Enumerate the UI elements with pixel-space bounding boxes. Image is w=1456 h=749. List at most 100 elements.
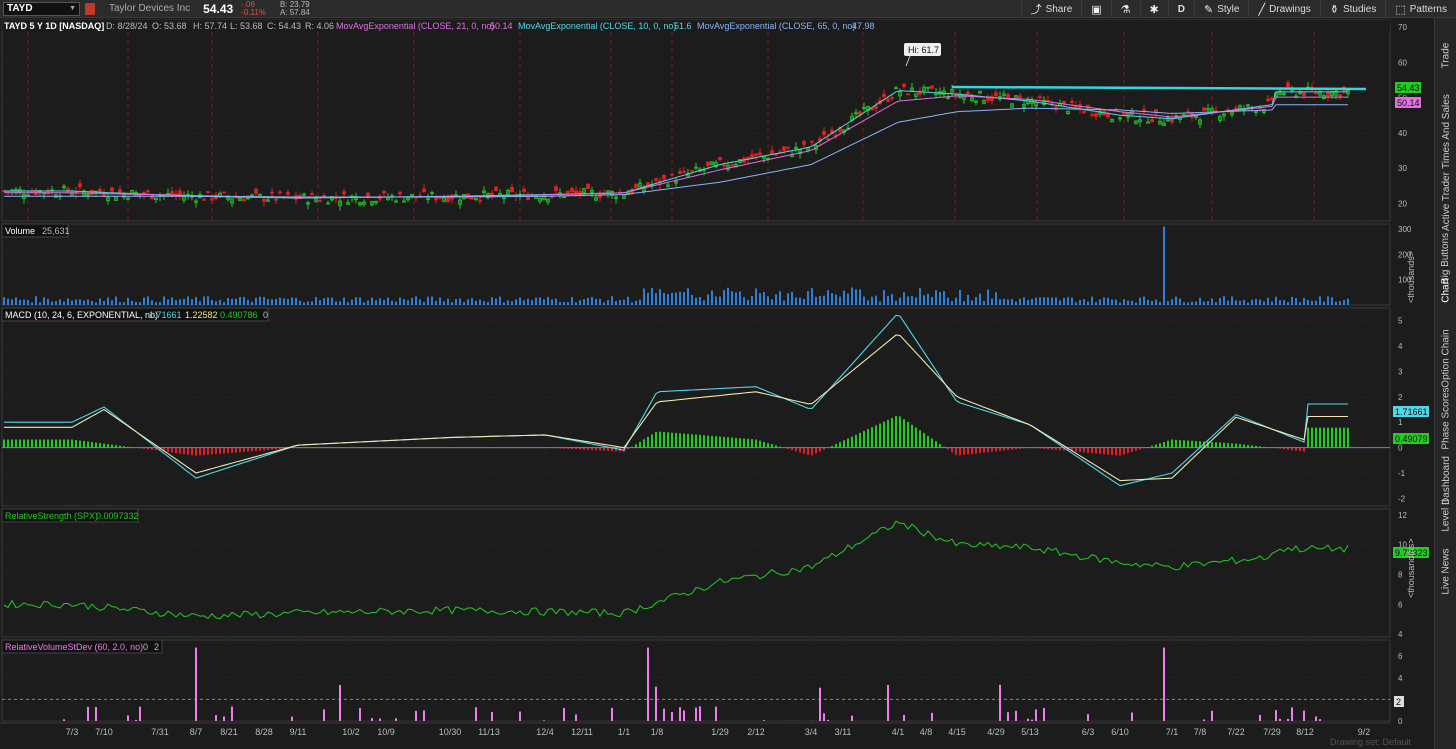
- volume-bar: [955, 297, 957, 305]
- volume-bar: [1055, 297, 1057, 305]
- ema21-label[interactable]: MovAvgExponential (CLOSE, 21, 0, no): [336, 21, 494, 31]
- symbol-selector[interactable]: TAYD ▼: [3, 1, 80, 16]
- side-tab-trade[interactable]: Trade: [1435, 40, 1456, 70]
- volume-bar: [503, 302, 505, 305]
- volume-bar: [671, 292, 673, 305]
- volume-bar: [207, 296, 209, 305]
- macd-histogram-bar: [843, 440, 845, 448]
- period-button[interactable]: D: [1167, 0, 1194, 18]
- rv-bar: [1319, 719, 1321, 721]
- macd-histogram-bar: [171, 447, 173, 453]
- ema65-value: 47.98: [852, 21, 875, 31]
- macd-histogram-bar: [1191, 440, 1193, 448]
- macd-histogram-bar: [1343, 427, 1345, 448]
- volume-bar: [139, 302, 141, 305]
- side-tab-times-and-sales[interactable]: Times And Sales: [1435, 93, 1456, 169]
- side-tab-level-ii[interactable]: Level II: [1435, 499, 1456, 531]
- macd-diff-badge-text: 0.49079: [1395, 434, 1428, 444]
- macd-histogram-bar: [1123, 447, 1125, 455]
- macd-histogram-bar: [711, 435, 713, 448]
- volume-bar: [619, 299, 621, 305]
- candle-body: [822, 130, 826, 136]
- volume-bar: [563, 301, 565, 305]
- volume-bar: [203, 296, 205, 305]
- volume-bar: [279, 297, 281, 305]
- rv-bar: [763, 720, 765, 721]
- side-tab-phase-scores[interactable]: Phase Scores: [1435, 386, 1456, 450]
- volume-bar: [459, 298, 461, 305]
- rv-bar: [87, 706, 89, 721]
- share-button[interactable]: ⤴ Share: [1020, 0, 1082, 18]
- macd-histogram-bar: [679, 433, 681, 448]
- x-tick-label: 3/4: [805, 727, 818, 737]
- flask-button[interactable]: ⚗: [1110, 0, 1140, 18]
- studies-label: Studies: [1342, 3, 1377, 15]
- clipboard-button[interactable]: ▣: [1081, 0, 1110, 18]
- side-tab-active-trader[interactable]: Active Trader: [1435, 168, 1456, 234]
- macd-histogram-bar: [1323, 427, 1325, 448]
- volume-bar: [679, 291, 681, 305]
- macd-histogram-bar: [687, 433, 689, 448]
- volume-bar: [499, 296, 501, 305]
- x-tick-label: 6/3: [1082, 727, 1095, 737]
- volume-bar: [267, 298, 269, 305]
- side-tab-option-chain[interactable]: Option Chain: [1435, 326, 1456, 390]
- volume-bar: [403, 298, 405, 305]
- volume-bar: [1095, 302, 1097, 305]
- macd-histogram-bar: [795, 447, 797, 452]
- volume-bar: [443, 301, 445, 305]
- candle-body: [570, 188, 574, 193]
- rv-bar: [1259, 714, 1261, 721]
- ema65-label[interactable]: MovAvgExponential (CLOSE, 65, 0, no): [697, 21, 855, 31]
- chart-area[interactable]: 7/3 7/10 7/31 8/7 8/21 8/28 9/11 10/2 10/9 10/30 1…: [0, 18, 1434, 749]
- side-tab-live-news[interactable]: Live News: [1435, 546, 1456, 596]
- volume-bar: [387, 297, 389, 305]
- volume-bar: [1167, 301, 1169, 305]
- volume-bar: [439, 297, 441, 305]
- macd-histogram-bar: [739, 438, 741, 448]
- macd-title: MACD (10, 24, 6, EXPONENTIAL, no): [5, 310, 158, 320]
- x-tick-label: 9/11: [290, 727, 307, 737]
- macd-histogram-bar: [19, 439, 21, 448]
- side-tab-dashboard[interactable]: Dashboard: [1435, 454, 1456, 506]
- macd-y-tick: 1: [1398, 418, 1403, 427]
- patterns-button[interactable]: ⬚ Patterns: [1385, 0, 1456, 18]
- volume-bar: [63, 301, 65, 305]
- volume-bar: [1215, 302, 1217, 305]
- volume-bar: [95, 302, 97, 305]
- volume-bar: [323, 298, 325, 305]
- volume-bar: [891, 293, 893, 305]
- rv-bar: [1287, 718, 1289, 721]
- volume-bar: [1007, 299, 1009, 305]
- chart-svg[interactable]: 7/3 7/10 7/31 8/7 8/21 8/28 9/11 10/2 10/9 10/30 1…: [0, 18, 1434, 749]
- x-tick-label: 8/21: [220, 727, 238, 737]
- rv-y-tick: 6: [1398, 652, 1403, 661]
- style-button[interactable]: ✎ Style: [1194, 0, 1248, 18]
- ema10-label[interactable]: MovAvgExponential (CLOSE, 10, 0, no): [518, 21, 676, 31]
- volume-bar: [703, 300, 705, 305]
- candle-body: [1326, 91, 1330, 97]
- side-tab-chart[interactable]: Chart: [1435, 276, 1456, 304]
- studies-button[interactable]: ⚱ Studies: [1319, 0, 1386, 18]
- macd-histogram-bar: [883, 421, 885, 448]
- macd-histogram-bar: [63, 439, 65, 448]
- candle-body: [682, 170, 686, 173]
- candle-body: [706, 161, 710, 167]
- side-tab-label: Times And Sales: [1440, 93, 1452, 169]
- volume-bar: [1155, 299, 1157, 305]
- settings-button[interactable]: ✱: [1139, 0, 1168, 18]
- candle-body: [882, 93, 886, 97]
- volume-bar: [1347, 298, 1349, 305]
- side-tab-label: Phase Scores: [1440, 386, 1452, 450]
- link-color-icon[interactable]: [85, 2, 95, 15]
- drawings-button[interactable]: ╱ Drawings: [1248, 0, 1319, 18]
- volume-bar: [663, 292, 665, 305]
- volume-bar: [1247, 302, 1249, 305]
- macd-histogram-bar: [887, 419, 889, 448]
- macd-histogram-bar: [859, 432, 861, 448]
- volume-bar: [1027, 299, 1029, 305]
- candle-body: [1266, 98, 1270, 102]
- rv-bar: [1291, 707, 1293, 721]
- rv-bar: [195, 647, 197, 721]
- volume-bar: [159, 302, 161, 305]
